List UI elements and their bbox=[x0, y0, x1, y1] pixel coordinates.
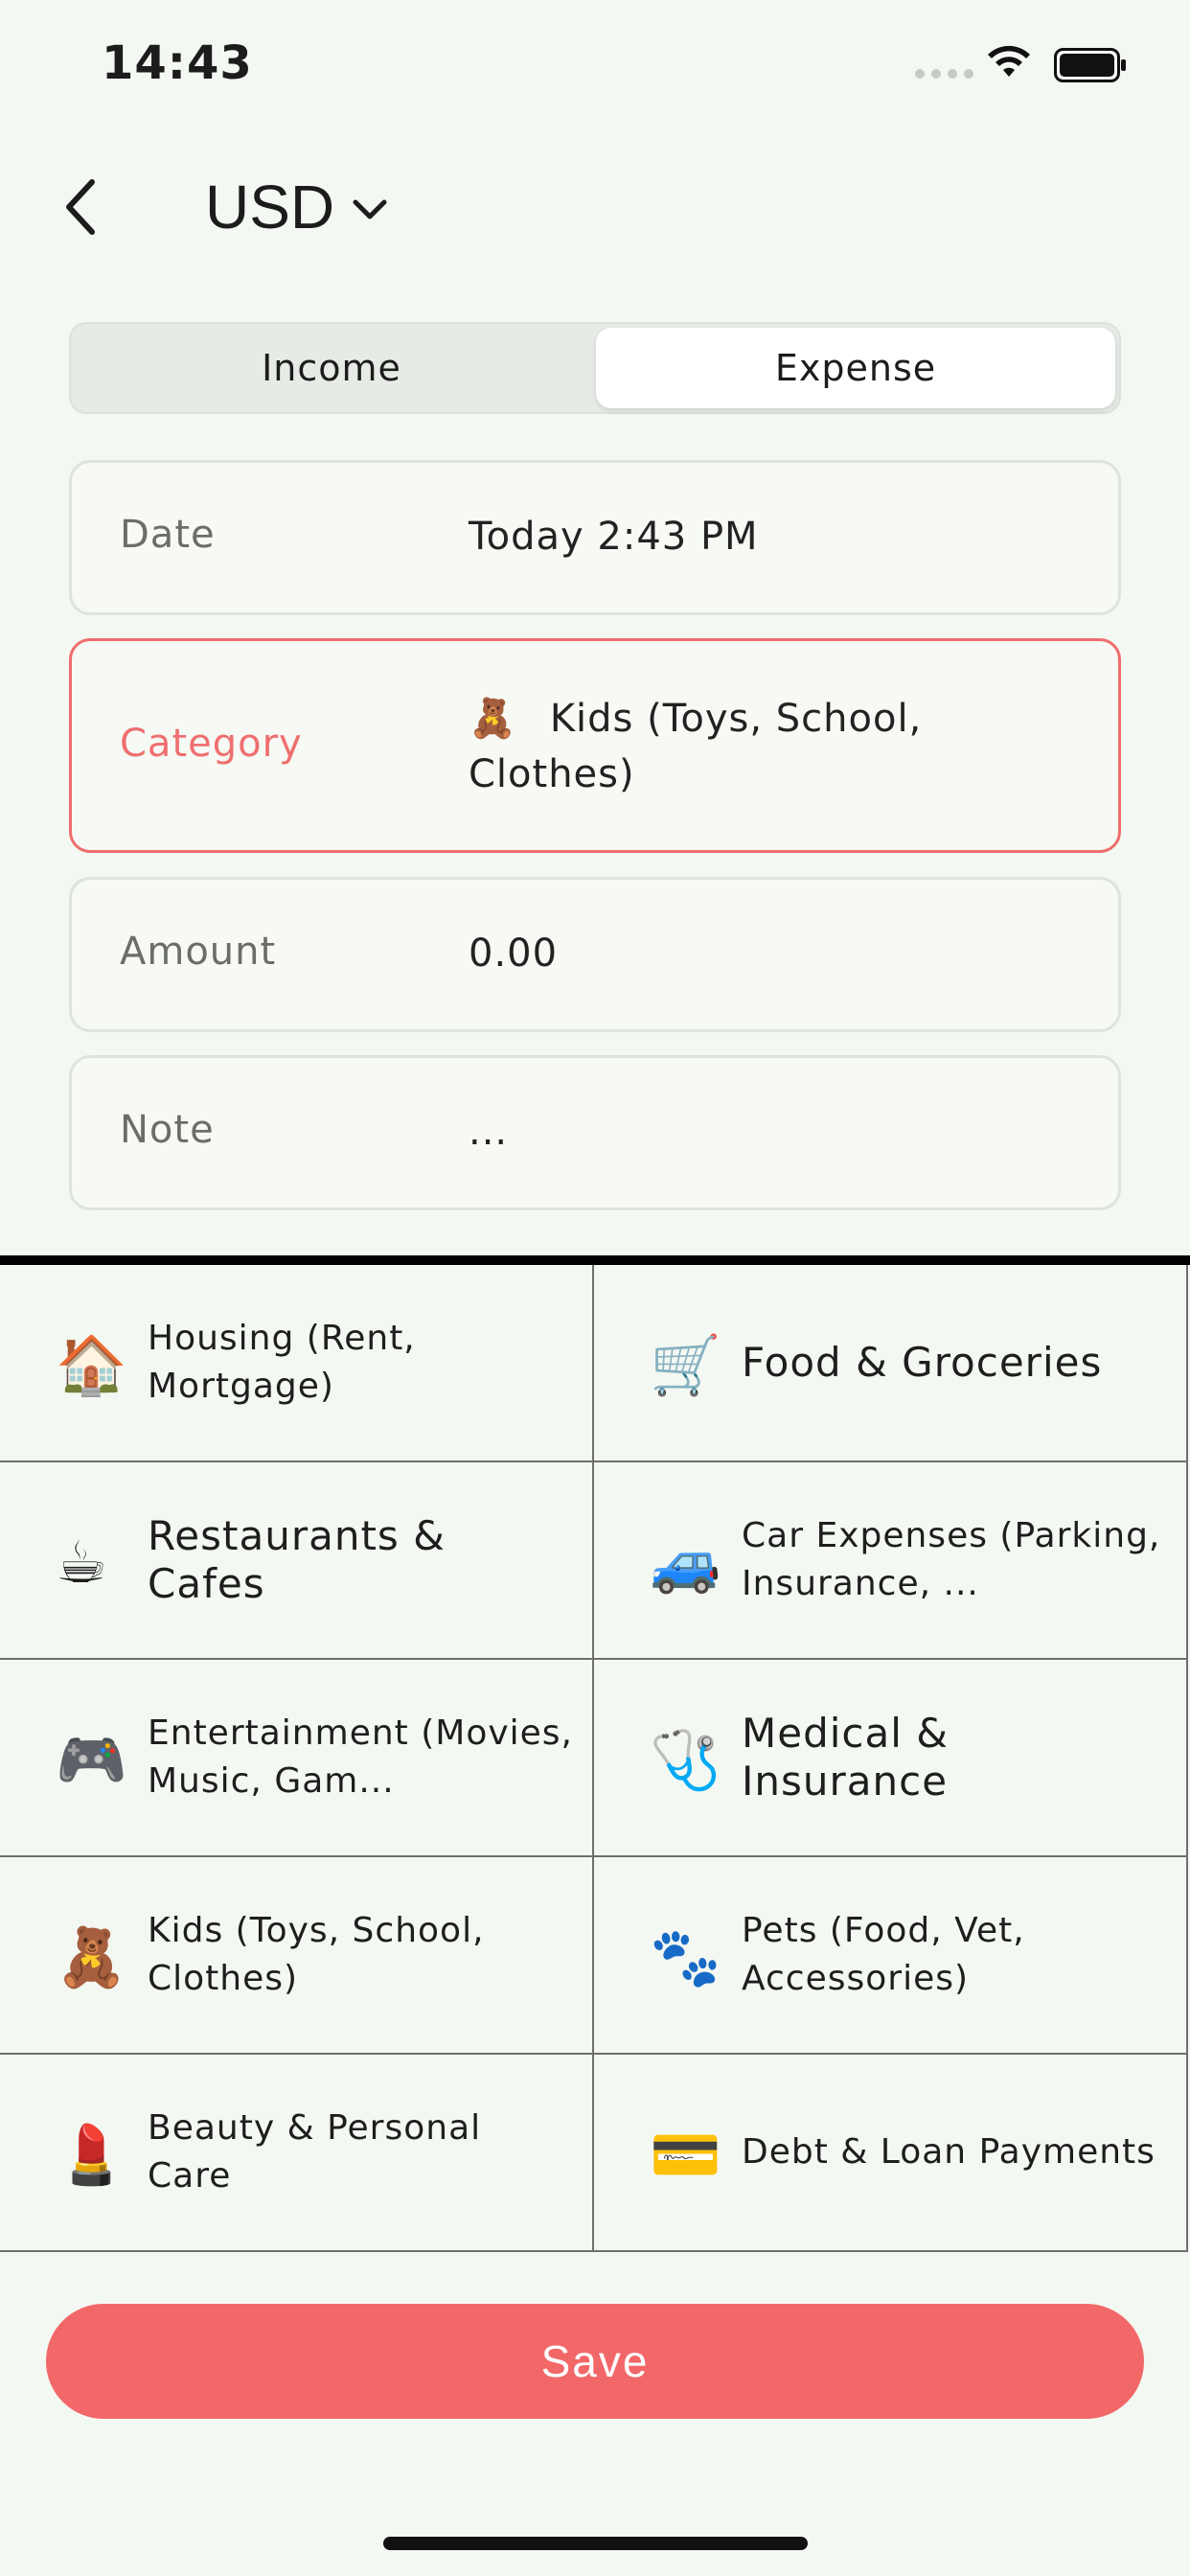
category-food-groceries[interactable]: 🛒 Food & Groceries bbox=[594, 1265, 1188, 1462]
category-label: Restaurants & Cafes bbox=[148, 1512, 446, 1607]
credit-card-icon: 💳 bbox=[650, 2122, 721, 2189]
lipstick-icon: 💄 bbox=[56, 2122, 127, 2189]
category-grid: 🏠 Housing (Rent, Mortgage) 🛒 Food & Groc… bbox=[0, 1255, 1190, 2273]
category-label: Medical & Insurance bbox=[742, 1710, 950, 1805]
status-bar: 14:43 bbox=[0, 0, 1190, 125]
coffee-icon: ☕ bbox=[56, 1530, 107, 1597]
back-button[interactable] bbox=[56, 172, 113, 242]
currency-selector[interactable]: USD bbox=[205, 169, 388, 245]
note-field[interactable]: Note ... bbox=[69, 1055, 1121, 1210]
teddy-bear-icon: 🧸 bbox=[56, 1924, 127, 1991]
note-label: Note bbox=[120, 1108, 215, 1152]
save-button[interactable]: Save bbox=[46, 2304, 1144, 2419]
category-emoji-icon: 🧸 bbox=[469, 697, 517, 741]
home-indicator bbox=[383, 2537, 808, 2550]
house-icon: 🏠 bbox=[56, 1332, 127, 1399]
category-value: 🧸 Kids (Toys, School, Clothes) bbox=[469, 691, 1005, 802]
status-time: 14:43 bbox=[102, 36, 253, 90]
category-value-text: Kids (Toys, School, Clothes) bbox=[469, 697, 923, 796]
category-label: Food & Groceries bbox=[742, 1339, 1103, 1386]
amount-value: 0.00 bbox=[469, 932, 559, 976]
chevron-down-icon bbox=[353, 199, 387, 219]
category-car-expenses[interactable]: 🚙 Car Expenses (Parking, Insurance, ... bbox=[594, 1462, 1188, 1660]
category-label: Debt & Loan Payments bbox=[742, 2132, 1156, 2172]
category-beauty[interactable]: 💄 Beauty & Personal Care bbox=[0, 2055, 594, 2252]
tab-income[interactable]: Income bbox=[71, 324, 592, 412]
battery-icon bbox=[1054, 48, 1126, 82]
category-label: Car Expenses (Parking, Insurance, ... bbox=[742, 1516, 1161, 1603]
game-controller-icon: 🎮 bbox=[56, 1727, 127, 1794]
cellular-signal-icon bbox=[915, 69, 973, 79]
category-debt-loans[interactable]: 💳 Debt & Loan Payments bbox=[594, 2055, 1188, 2252]
category-label: Entertainment (Movies, Music, Gam... bbox=[148, 1714, 573, 1801]
category-label: Pets (Food, Vet, Accessories) bbox=[742, 1911, 1025, 1998]
category-label: Beauty & Personal Care bbox=[148, 2108, 482, 2196]
category-pets[interactable]: 🐾 Pets (Food, Vet, Accessories) bbox=[594, 1857, 1188, 2055]
currency-label: USD bbox=[205, 172, 335, 242]
date-field[interactable]: Date Today 2:43 PM bbox=[69, 460, 1121, 615]
category-medical[interactable]: 🩺 Medical & Insurance bbox=[594, 1660, 1188, 1857]
date-value: Today 2:43 PM bbox=[469, 515, 759, 559]
stethoscope-icon: 🩺 bbox=[650, 1727, 721, 1794]
amount-label: Amount bbox=[120, 930, 277, 974]
income-expense-toggle: Income Expense bbox=[69, 322, 1121, 414]
category-housing[interactable]: 🏠 Housing (Rent, Mortgage) bbox=[0, 1265, 594, 1462]
note-value: ... bbox=[469, 1110, 509, 1154]
category-kids[interactable]: 🧸 Kids (Toys, School, Clothes) bbox=[0, 1857, 594, 2055]
paw-prints-icon: 🐾 bbox=[650, 1924, 721, 1991]
wifi-icon bbox=[988, 45, 1030, 77]
category-restaurants[interactable]: ☕ Restaurants & Cafes bbox=[0, 1462, 594, 1660]
shopping-cart-icon: 🛒 bbox=[650, 1332, 721, 1399]
date-label: Date bbox=[120, 513, 216, 557]
category-label: Kids (Toys, School, Clothes) bbox=[148, 1911, 485, 1998]
tab-expense[interactable]: Expense bbox=[596, 328, 1115, 408]
category-label: Category bbox=[120, 722, 303, 766]
amount-field[interactable]: Amount 0.00 bbox=[69, 877, 1121, 1032]
category-field[interactable]: Category 🧸 Kids (Toys, School, Clothes) bbox=[69, 638, 1121, 853]
category-entertainment[interactable]: 🎮 Entertainment (Movies, Music, Gam... bbox=[0, 1660, 594, 1857]
category-label: Housing (Rent, Mortgage) bbox=[148, 1319, 416, 1406]
car-icon: 🚙 bbox=[650, 1530, 721, 1597]
